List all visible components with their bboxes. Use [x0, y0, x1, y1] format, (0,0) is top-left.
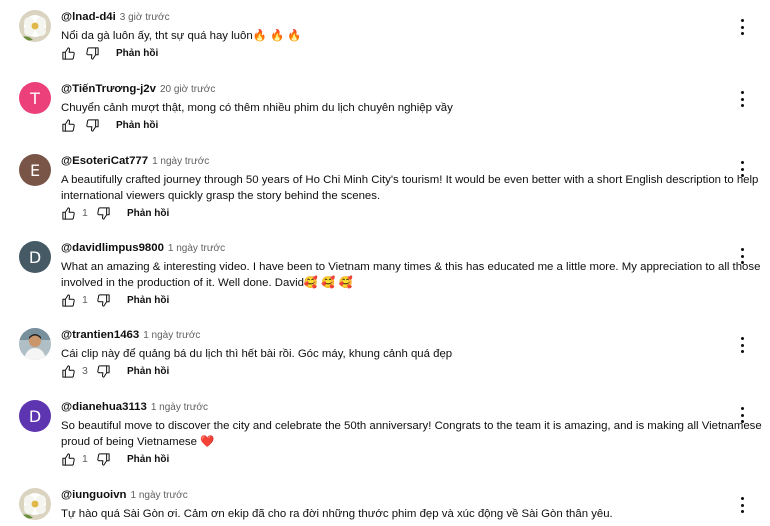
comment-header: @lnad-d4i 3 giờ trước: [61, 10, 730, 24]
more-vertical-icon[interactable]: [738, 407, 746, 423]
comment-actions: 1 Phản hồi: [61, 292, 169, 308]
comment-header: @davidlimpus9800 1 ngày trước: [61, 241, 730, 255]
comment-actions: Phản hồi: [61, 45, 158, 61]
thumbs-down-icon[interactable]: [85, 46, 100, 61]
more-vertical-icon[interactable]: [738, 19, 746, 35]
avatar[interactable]: E: [19, 154, 51, 186]
reply-button[interactable]: Phản hồi: [116, 48, 158, 59]
reply-button[interactable]: Phản hồi: [127, 208, 169, 219]
like-count: 1: [82, 453, 88, 465]
avatar[interactable]: [19, 488, 51, 520]
comment-text: A beautifully crafted journey through 50…: [61, 173, 759, 204]
like-count: 1: [82, 207, 88, 219]
comment-text-line: Cái clip này để quảng bá du lịch thì hết…: [61, 348, 453, 360]
avatar[interactable]: D: [19, 400, 51, 432]
comment-text-line: What an amazing & interesting video. I h…: [61, 261, 761, 273]
comment-text: Tự hào quá Sài Gòn ơi. Cảm ơn ekip đã ch…: [61, 507, 730, 523]
comment-author[interactable]: @lnad-d4i: [61, 10, 116, 24]
comment-text: Nổi da gà luôn ấy, tht sự quá hay luôn🔥 …: [61, 29, 730, 45]
avatar[interactable]: T: [19, 82, 51, 114]
comment-header: @iunguoivn 1 ngày trước: [61, 488, 730, 502]
more-vertical-icon[interactable]: [738, 337, 746, 353]
comment-actions: 1 Phản hồi: [61, 451, 169, 467]
comment-author[interactable]: @iunguoivn: [61, 488, 127, 502]
comment-author[interactable]: @dianehua3113: [61, 400, 147, 414]
reply-button[interactable]: Phản hồi: [127, 454, 169, 465]
comment-header: @TiếnTrương-j2v 20 giờ trước: [61, 82, 730, 96]
reply-button[interactable]: Phản hồi: [127, 295, 169, 306]
reply-button[interactable]: Phản hồi: [127, 366, 169, 377]
comment-actions: Phản hồi: [61, 117, 158, 133]
thumbs-up-icon[interactable]: [61, 293, 76, 308]
comment-text-line: So beautiful move to discover the city a…: [61, 420, 762, 432]
thumbs-down-icon[interactable]: [96, 293, 111, 308]
comment-text: Chuyển cảnh mượt thật, mong có thêm nhiề…: [61, 101, 730, 117]
thumbs-up-icon[interactable]: [61, 364, 76, 379]
comment-author[interactable]: @TiếnTrương-j2v: [61, 82, 156, 96]
comment-text-line: involved in the production of it. Well d…: [61, 276, 353, 289]
reply-button[interactable]: Phản hồi: [116, 120, 158, 131]
avatar[interactable]: [19, 10, 51, 42]
comment-timestamp[interactable]: 1 ngày trước: [152, 155, 209, 169]
thumbs-down-icon[interactable]: [96, 452, 111, 467]
comment-header: @EsoteriCat777 1 ngày trước: [61, 154, 730, 168]
comment-header: @dianehua3113 1 ngày trước: [61, 400, 730, 414]
avatar[interactable]: D: [19, 241, 51, 273]
thumbs-up-icon[interactable]: [61, 46, 76, 61]
comment-text-line: A beautifully crafted journey through 50…: [61, 174, 759, 186]
comment-text: So beautiful move to discover the city a…: [61, 419, 762, 450]
comment-timestamp[interactable]: 1 ngày trước: [151, 401, 208, 415]
comment-body: @dianehua3113 1 ngày trước So beautiful mo…: [61, 400, 762, 466]
comment-timestamp[interactable]: 1 ngày trước: [131, 489, 188, 503]
comment-header: @trantien1463 1 ngày trước: [61, 328, 730, 342]
thumbs-up-icon[interactable]: [61, 206, 76, 221]
thumbs-down-icon[interactable]: [85, 118, 100, 133]
comment-timestamp[interactable]: 1 ngày trước: [143, 329, 200, 343]
like-count: 3: [82, 365, 88, 377]
comment-body: @lnad-d4i 3 giờ trước Nổi da gà luôn ấy, t…: [61, 10, 730, 60]
more-vertical-icon[interactable]: [738, 91, 746, 107]
comment-actions: 1 Phản hồi: [61, 205, 169, 221]
more-vertical-icon[interactable]: [738, 497, 746, 513]
more-vertical-icon[interactable]: [738, 161, 746, 177]
comment-author[interactable]: @davidlimpus9800: [61, 241, 164, 255]
comment-body: @TiếnTrương-j2v 20 giờ trước Chuyển cảnh m…: [61, 82, 730, 132]
comment-text: What an amazing & interesting video. I h…: [61, 260, 761, 291]
thumbs-down-icon[interactable]: [96, 206, 111, 221]
more-vertical-icon[interactable]: [738, 248, 746, 264]
comment-timestamp[interactable]: 3 giờ trước: [120, 11, 170, 25]
comment-text-line: proud of being Vietnamese ❤️: [61, 435, 215, 448]
comment-text-line: Chuyển cảnh mượt thật, mong có thêm nhiề…: [61, 102, 453, 114]
comment-text-line: Tự hào quá Sài Gòn ơi. Cảm ơn ekip đã ch…: [61, 508, 613, 520]
thumbs-up-icon[interactable]: [61, 118, 76, 133]
comment-text: Cái clip này để quảng bá du lịch thì hết…: [61, 347, 730, 363]
thumbs-up-icon[interactable]: [61, 452, 76, 467]
thumbs-down-icon[interactable]: [96, 364, 111, 379]
comment-body: @trantien1463 1 ngày trước Cái clip này để…: [61, 328, 730, 378]
comment-body: @EsoteriCat777 1 ngày trước A beautifully …: [61, 154, 759, 220]
comment-body: @iunguoivn 1 ngày trước Tự hào quá Sài Gòn…: [61, 488, 730, 523]
avatar[interactable]: [19, 328, 51, 360]
comment-text-line: international viewers quickly grasp the …: [61, 189, 381, 202]
comment-author[interactable]: @trantien1463: [61, 328, 139, 342]
like-count: 1: [82, 294, 88, 306]
comment-text-line: Nổi da gà luôn ấy, tht sự quá hay luôn🔥 …: [61, 30, 302, 42]
comment-author[interactable]: @EsoteriCat777: [61, 154, 148, 168]
comment-body: @davidlimpus9800 1 ngày trước What an amaz…: [61, 241, 761, 307]
comment-timestamp[interactable]: 20 giờ trước: [160, 83, 215, 97]
comment-actions: 3 Phản hồi: [61, 363, 169, 379]
comment-timestamp[interactable]: 1 ngày trước: [168, 242, 225, 256]
